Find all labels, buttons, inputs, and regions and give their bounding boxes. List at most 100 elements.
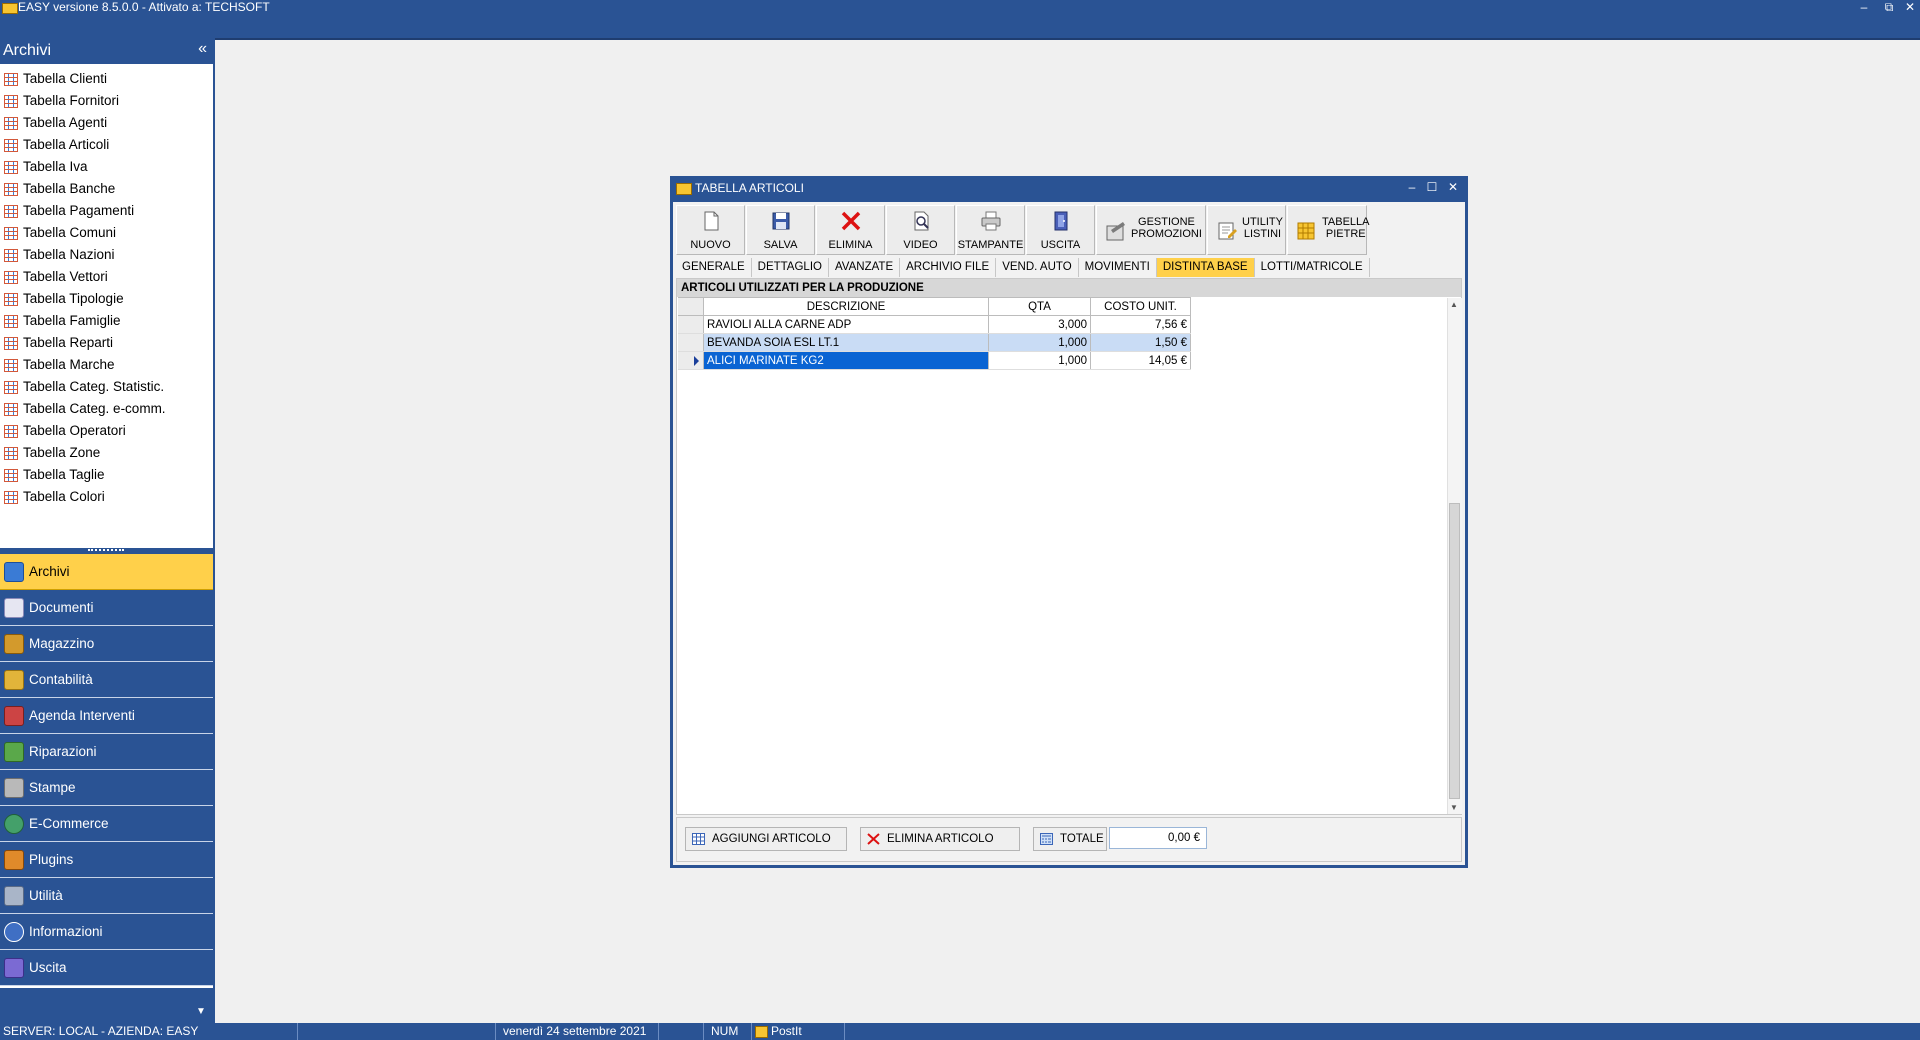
cell-descrizione[interactable]: BEVANDA SOIA ESL LT.1 (703, 333, 989, 352)
scales-icon (4, 670, 24, 690)
cell-descrizione[interactable]: ALICI MARINATE KG2 (703, 351, 989, 370)
printer-icon (981, 211, 1000, 231)
table-icon (4, 292, 18, 306)
plugin-icon (4, 850, 24, 870)
sidebar-item-categ-statistic[interactable]: Tabella Categ. Statistic. (0, 376, 213, 398)
sidebar-item-marche[interactable]: Tabella Marche (0, 354, 213, 376)
row-selector[interactable] (678, 351, 704, 370)
scroll-up-icon[interactable]: ▲ (1450, 300, 1458, 309)
aggiungi-articolo-button[interactable]: AGGIUNGI ARTICOLO (685, 827, 847, 851)
restore-button[interactable]: ⧉ (1878, 0, 1900, 15)
elimina-articolo-button[interactable]: ELIMINA ARTICOLO (860, 827, 1020, 851)
sidebar-item-colori[interactable]: Tabella Colori (0, 486, 213, 508)
cell-qta[interactable]: 3,000 (988, 315, 1091, 334)
printer-icon (4, 778, 24, 798)
table-row[interactable]: BEVANDA SOIA ESL LT.1 1,000 1,50 € (678, 333, 1191, 352)
uscita-button[interactable]: USCITA (1026, 205, 1095, 255)
elimina-button[interactable]: ELIMINA (816, 205, 885, 255)
close-button[interactable]: ✕ (1899, 0, 1920, 15)
column-header-descrizione[interactable]: DESCRIZIONE (703, 297, 989, 316)
nav-riparazioni[interactable]: Riparazioni (0, 734, 213, 770)
sidebar-item-articoli[interactable]: Tabella Articoli (0, 134, 213, 156)
nav-agenda-interventi[interactable]: Agenda Interventi (0, 698, 213, 734)
scroll-down-icon[interactable]: ▼ (1450, 803, 1458, 812)
tab-generale[interactable]: GENERALE (676, 258, 752, 277)
sidebar-item-famiglie[interactable]: Tabella Famiglie (0, 310, 213, 332)
tab-avanzate[interactable]: AVANZATE (829, 258, 901, 277)
table-icon (4, 446, 18, 460)
sidebar-item-comuni[interactable]: Tabella Comuni (0, 222, 213, 244)
nav-ecommerce[interactable]: E-Commerce (0, 806, 213, 842)
tab-movimenti[interactable]: MOVIMENTI (1079, 258, 1157, 277)
scroll-thumb[interactable] (1449, 503, 1460, 799)
sidebar-item-iva[interactable]: Tabella Iva (0, 156, 213, 178)
tab-lotti-matricole[interactable]: LOTTI/MATRICOLE (1255, 258, 1370, 277)
nav-stampe[interactable]: Stampe (0, 770, 213, 806)
cell-costo[interactable]: 14,05 € (1090, 351, 1191, 370)
sidebar-item-categ-ecomm[interactable]: Tabella Categ. e-comm. (0, 398, 213, 420)
video-button[interactable]: VIDEO (886, 205, 955, 255)
sidebar-item-tipologie[interactable]: Tabella Tipologie (0, 288, 213, 310)
minimize-button[interactable]: – (1853, 0, 1875, 15)
nav-documenti[interactable]: Documenti (0, 590, 213, 626)
nav-plugins[interactable]: Plugins (0, 842, 213, 878)
child-title-bar[interactable]: TABELLA ARTICOLI – ☐ ✕ (670, 176, 1468, 202)
globe-icon (4, 814, 24, 834)
sidebar-item-nazioni[interactable]: Tabella Nazioni (0, 244, 213, 266)
tabella-pietre-button[interactable]: TABELLA PIETRE (1287, 205, 1370, 255)
row-selector[interactable] (678, 333, 704, 352)
pietre-label-2: PIETRE (1325, 228, 1366, 240)
sidebar-item-clienti[interactable]: Tabella Clienti (0, 68, 213, 90)
nav-contabilita[interactable]: Contabilità (0, 662, 213, 698)
child-minimize-button[interactable]: – (1403, 180, 1421, 196)
gestione-promozioni-button[interactable]: GESTIONE PROMOZIONI (1096, 205, 1206, 255)
vertical-scrollbar[interactable]: ▲ ▼ (1447, 298, 1462, 814)
sidebar-item-banche[interactable]: Tabella Banche (0, 178, 213, 200)
sidebar-item-zone[interactable]: Tabella Zone (0, 442, 213, 464)
column-header-qta[interactable]: QTA (988, 297, 1091, 316)
nav-archivi[interactable]: Archivi (0, 554, 213, 590)
table-row[interactable]: RAVIOLI ALLA CARNE ADP 3,000 7,56 € (678, 315, 1191, 334)
cell-qta[interactable]: 1,000 (988, 351, 1091, 370)
cell-costo[interactable]: 1,50 € (1090, 333, 1191, 352)
sidebar-item-agenti[interactable]: Tabella Agenti (0, 112, 213, 134)
row-selector[interactable] (678, 315, 704, 334)
cell-descrizione[interactable]: RAVIOLI ALLA CARNE ADP (703, 315, 989, 334)
chevron-down-icon[interactable]: ▼ (196, 1006, 206, 1017)
tab-vend-auto[interactable]: VEND. AUTO (996, 258, 1079, 277)
nav-panel: Archivi Documenti Magazzino Contabilità … (0, 554, 213, 986)
totale-field[interactable]: 0,00 € (1109, 827, 1207, 849)
nav-utilita[interactable]: Utilità (0, 878, 213, 914)
title-divider (0, 38, 1920, 40)
child-maximize-button[interactable]: ☐ (1423, 180, 1441, 196)
nuovo-button[interactable]: NUOVO (676, 205, 745, 255)
tab-dettaglio[interactable]: DETTAGLIO (752, 258, 829, 277)
salva-button[interactable]: SALVA (746, 205, 815, 255)
nav-informazioni[interactable]: Informazioni (0, 914, 213, 950)
nav-magazzino[interactable]: Magazzino (0, 626, 213, 662)
postit-button[interactable]: PostIt (752, 1023, 845, 1040)
sidebar-item-fornitori[interactable]: Tabella Fornitori (0, 90, 213, 112)
tab-archivio-file[interactable]: ARCHIVIO FILE (900, 258, 997, 277)
collapse-sidebar-button[interactable]: « (198, 40, 207, 58)
tab-distinta-base[interactable]: DISTINTA BASE (1156, 258, 1255, 277)
totale-button[interactable]: TOTALE (1033, 827, 1107, 851)
column-header-costo-unit[interactable]: COSTO UNIT. (1090, 297, 1191, 316)
table-icon (4, 204, 18, 218)
child-close-button[interactable]: ✕ (1444, 180, 1462, 196)
delete-x-icon (867, 833, 880, 845)
table-row-selected[interactable]: ALICI MARINATE KG2 1,000 14,05 € (678, 351, 1191, 370)
sidebar-item-taglie[interactable]: Tabella Taglie (0, 464, 213, 486)
table-icon (4, 226, 18, 240)
nav-uscita[interactable]: Uscita (0, 950, 213, 986)
sidebar-item-reparti[interactable]: Tabella Reparti (0, 332, 213, 354)
cell-qta[interactable]: 1,000 (988, 333, 1091, 352)
stampante-button[interactable]: STAMPANTE (956, 205, 1025, 255)
cell-costo[interactable]: 7,56 € (1090, 315, 1191, 334)
articoli-grid: DESCRIZIONE QTA COSTO UNIT. RAVIOLI ALLA… (678, 297, 1191, 370)
sidebar-item-operatori[interactable]: Tabella Operatori (0, 420, 213, 442)
sidebar-item-pagamenti[interactable]: Tabella Pagamenti (0, 200, 213, 222)
utility-listini-button[interactable]: UTILITY LISTINI (1207, 205, 1286, 255)
archive-icon (4, 562, 24, 582)
sidebar-item-vettori[interactable]: Tabella Vettori (0, 266, 213, 288)
